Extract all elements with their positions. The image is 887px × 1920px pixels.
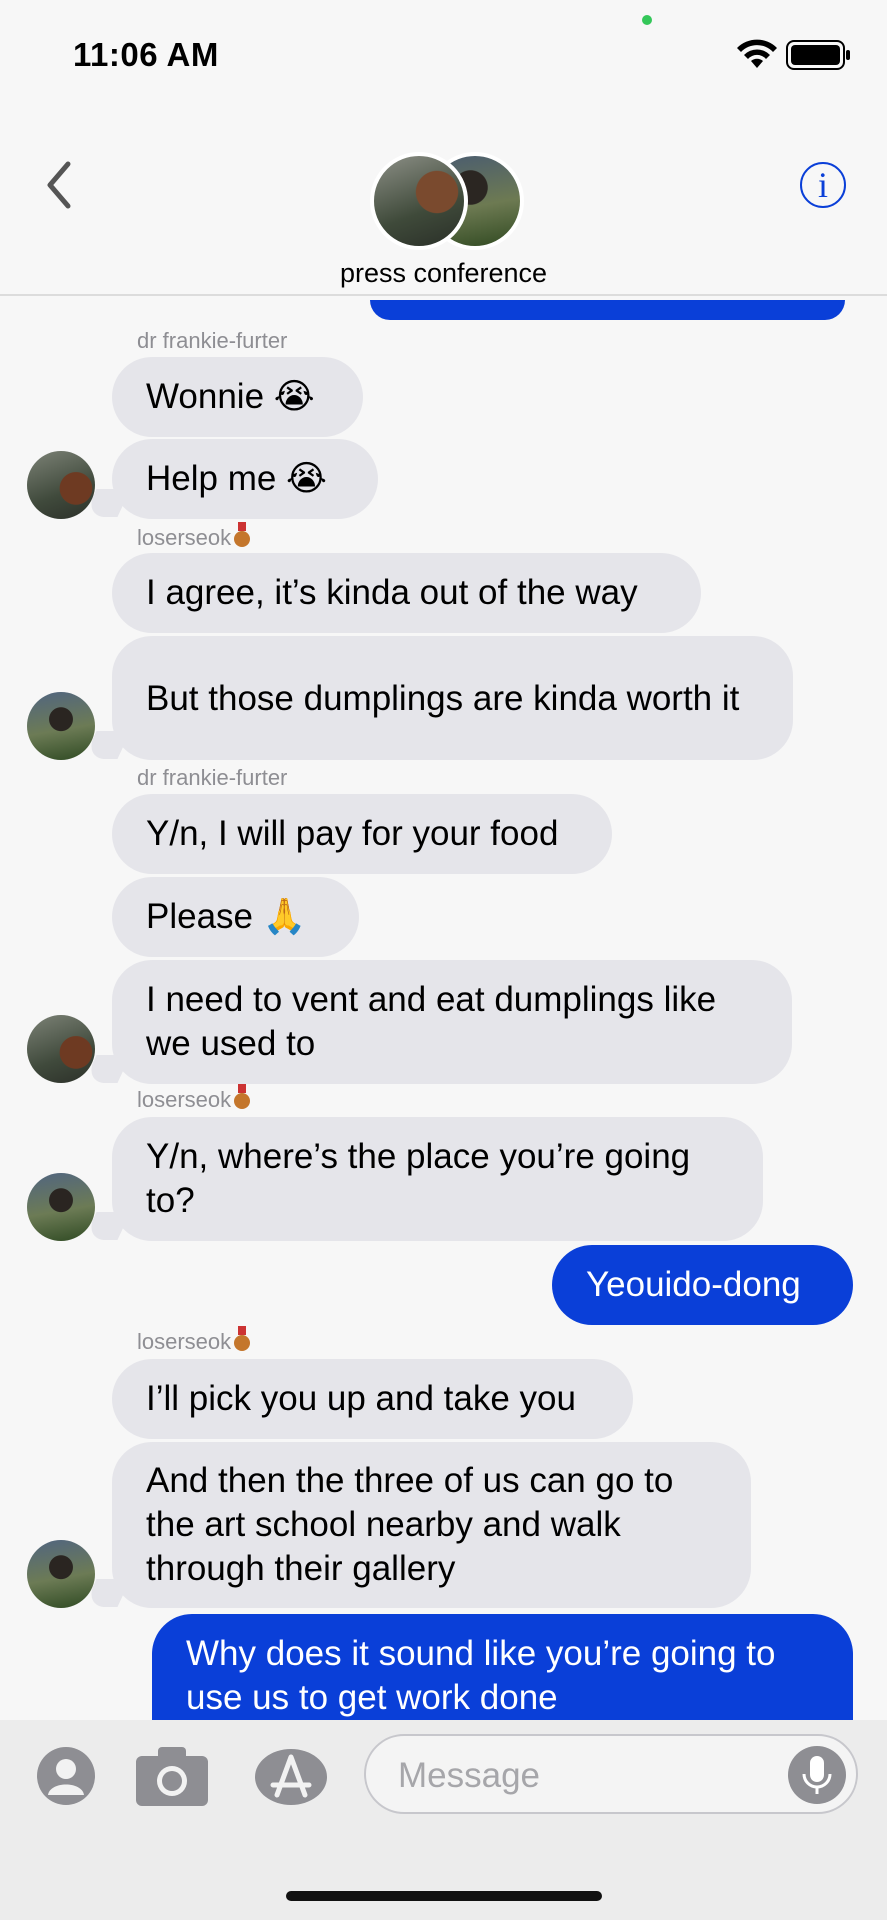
message-input[interactable]: Message [364,1734,858,1814]
group-name[interactable]: press conference [0,258,887,289]
message-bubble[interactable]: But those dumplings are kinda worth it [112,636,793,760]
group-avatars[interactable] [370,152,524,252]
message-bubble[interactable]: I agree, it’s kinda out of the way [112,553,701,633]
message-placeholder: Message [398,1756,541,1795]
app-store-icon[interactable] [253,1747,333,1807]
avatar-loserseok[interactable] [27,692,95,760]
back-chevron-icon[interactable] [44,160,74,210]
message-bubble[interactable]: Please 🙏 [112,877,359,957]
sender-label: loserseok [137,1326,251,1355]
medal-icon [234,1084,251,1109]
sender-label: dr frankie-furter [137,765,288,790]
sender-label: loserseok [137,1084,251,1113]
status-bar: 11:06 AM [0,0,887,110]
sender-label: loserseok [137,522,251,551]
message-bubble[interactable]: Y/n, where’s the place you’re going to? [112,1117,763,1241]
home-indicator[interactable] [286,1891,602,1901]
medal-icon [234,522,251,547]
compose-bar: Message [0,1720,887,1920]
message-bubble[interactable]: Help me 😭 [112,439,378,519]
info-icon[interactable]: i [800,162,846,208]
wifi-icon [737,39,777,68]
message-bubble[interactable]: Y/n, I will pay for your food [112,794,612,874]
sender-label: dr frankie-furter [137,328,288,353]
contacts-icon[interactable] [35,1745,97,1807]
avatar-loserseok[interactable] [27,1540,95,1608]
medal-icon [234,1326,251,1351]
avatar-dr-frankie-furter [370,152,468,250]
conversation-header: press conference i [0,110,887,296]
message-bubble[interactable]: And then the three of us can go to the a… [112,1442,751,1608]
message-bubble-outgoing[interactable]: Yeouido-dong [552,1245,853,1325]
message-bubble[interactable]: I need to vent and eat dumplings like we… [112,960,792,1084]
avatar-dr-frankie-furter[interactable] [27,1015,95,1083]
message-bubble[interactable]: Wonnie 😭 [112,357,363,437]
message-bubble[interactable]: I’ll pick you up and take you [112,1359,633,1439]
avatar-dr-frankie-furter[interactable] [27,451,95,519]
avatar-loserseok[interactable] [27,1173,95,1241]
status-time: 11:06 AM [73,36,219,73]
camera-in-use-indicator [642,15,652,25]
battery-icon [786,40,850,70]
previous-outgoing-bubble [370,300,845,320]
microphone-icon[interactable] [788,1746,846,1804]
camera-icon[interactable] [134,1744,210,1808]
